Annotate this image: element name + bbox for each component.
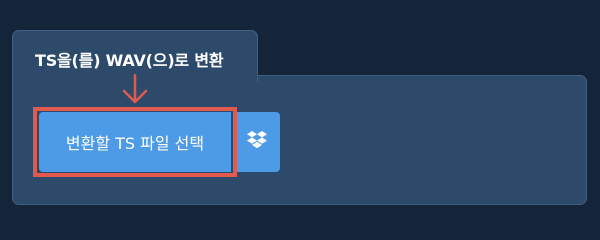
dropbox-button[interactable] [233, 112, 280, 172]
dropbox-icon [246, 131, 267, 153]
arrow-down-icon [120, 73, 150, 106]
select-file-button[interactable]: 변환할 TS 파일 선택 [39, 112, 231, 172]
select-file-label: 변환할 TS 파일 선택 [65, 134, 205, 153]
tab-title: TS을(를) WAV(으)로 변환 [35, 51, 224, 70]
converter-widget: TS을(를) WAV(으)로 변환 변환할 TS 파일 선택 [0, 0, 600, 230]
